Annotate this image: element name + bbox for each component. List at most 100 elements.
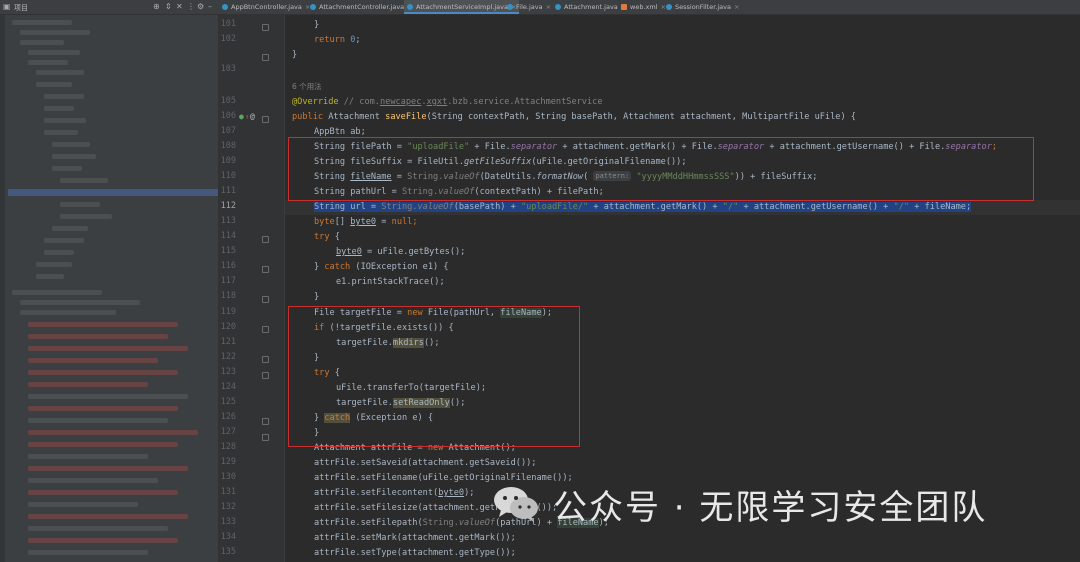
tab-attachmentcontroller[interactable]: AttachmentController.java× <box>310 0 413 14</box>
tree-row[interactable] <box>28 382 148 387</box>
tree-row[interactable] <box>28 538 178 543</box>
fold-marker-icon[interactable] <box>262 356 269 363</box>
tree-row[interactable] <box>28 322 178 327</box>
more-options-icon[interactable]: ⋮ <box>187 2 195 12</box>
code-line[interactable]: try { <box>314 230 340 245</box>
code-line[interactable]: } <box>314 18 319 33</box>
close-tab-icon[interactable]: × <box>546 3 551 11</box>
fold-marker-icon[interactable] <box>262 434 269 441</box>
tree-row[interactable] <box>36 82 72 87</box>
tree-row[interactable] <box>28 502 138 507</box>
tree-row[interactable] <box>44 250 74 255</box>
line-number: 119 <box>220 307 236 317</box>
code-line[interactable]: } <box>314 290 319 305</box>
code-line[interactable]: e1.printStackTrace(); <box>336 275 445 290</box>
tab-appbtncontroller[interactable]: AppBtnController.java × <box>222 0 310 14</box>
tab-attachmentserviceimpl[interactable]: AttachmentServiceImpl.java × <box>404 0 520 14</box>
fold-marker-icon[interactable] <box>262 326 269 333</box>
tree-row[interactable] <box>36 262 72 267</box>
code-line[interactable]: attrFile.setFilecontent(byte0); <box>314 486 474 501</box>
tree-row[interactable] <box>44 118 86 123</box>
tree-row[interactable] <box>20 30 90 35</box>
tree-row[interactable] <box>28 430 198 435</box>
tree-row[interactable] <box>44 130 78 135</box>
tree-row[interactable] <box>28 442 178 447</box>
tree-row[interactable] <box>52 226 88 231</box>
code-line[interactable]: } catch (IOException e1) { <box>314 260 449 275</box>
tree-row-selected[interactable] <box>8 189 218 196</box>
tree-row[interactable] <box>28 370 178 375</box>
tree-row[interactable] <box>28 454 148 459</box>
tree-row[interactable] <box>52 142 90 147</box>
tree-row[interactable] <box>44 94 84 99</box>
override-marker-icon[interactable]: ↑ <box>245 112 249 122</box>
tree-row[interactable] <box>28 50 80 55</box>
collapse-all-icon[interactable]: ✕ <box>176 2 183 12</box>
tree-row[interactable] <box>28 394 188 399</box>
locate-icon[interactable]: ⊕ <box>153 2 160 12</box>
tree-row[interactable] <box>28 526 168 531</box>
tree-row[interactable] <box>60 202 100 207</box>
fold-marker-icon[interactable] <box>262 296 269 303</box>
fold-marker-icon[interactable] <box>262 418 269 425</box>
settings-gear-icon[interactable]: ⚙ <box>197 2 204 12</box>
tree-row[interactable] <box>44 106 74 111</box>
tree-row[interactable] <box>28 406 178 411</box>
tree-row[interactable] <box>52 166 82 171</box>
tree-row[interactable] <box>44 238 84 243</box>
tree-row[interactable] <box>28 358 158 363</box>
tree-row[interactable] <box>60 214 112 219</box>
tree-row[interactable] <box>20 300 140 305</box>
fold-marker-icon[interactable] <box>262 24 269 31</box>
code-line-selected[interactable]: String url = String.valueOf(basePath) + … <box>314 200 972 215</box>
project-panel-title[interactable]: 项目 <box>14 3 28 13</box>
tab-sessionfilter[interactable]: SessionFilter.java × <box>666 0 739 14</box>
hide-panel-icon[interactable]: – <box>208 2 212 12</box>
tree-row[interactable] <box>36 274 64 279</box>
code-line[interactable]: public Attachment saveFile(String contex… <box>292 110 856 125</box>
tree-row[interactable] <box>28 466 188 471</box>
tree-row[interactable] <box>28 514 188 519</box>
fold-marker-icon[interactable] <box>262 54 269 61</box>
code-line[interactable]: } <box>292 48 297 63</box>
java-class-icon <box>222 4 228 10</box>
fold-marker-icon[interactable] <box>262 116 269 123</box>
tree-row[interactable] <box>28 346 188 351</box>
code-line[interactable]: byte[] byte0 = null; <box>314 215 418 230</box>
tree-row[interactable] <box>28 418 168 423</box>
tree-row[interactable] <box>52 154 96 159</box>
usages-inlay-hint[interactable]: 6 个用法 <box>292 81 322 92</box>
tree-row[interactable] <box>28 490 178 495</box>
line-number: 106 <box>220 111 236 121</box>
tree-row[interactable] <box>28 478 158 483</box>
tab-attachment[interactable]: Attachment.java× <box>555 0 626 14</box>
implements-method-icon[interactable]: ● <box>239 112 244 122</box>
java-class-icon <box>507 4 513 10</box>
tree-row[interactable] <box>36 70 84 75</box>
tree-row[interactable] <box>12 20 72 25</box>
tab-web-xml[interactable]: web.xml × <box>621 0 666 14</box>
code-line[interactable]: return 0; <box>314 33 361 48</box>
code-line[interactable]: attrFile.setMark(attachment.getMark()); <box>314 531 516 546</box>
tree-row[interactable] <box>28 60 68 65</box>
tree-row[interactable] <box>28 550 148 555</box>
tree-row[interactable] <box>60 178 108 183</box>
project-toolbar: ▣ 项目 ⊕ ⇕ ✕ ⋮ ⚙ – <box>0 0 218 15</box>
code-line[interactable]: byte0 = uFile.getBytes(); <box>336 245 465 260</box>
close-tab-icon[interactable]: × <box>734 3 739 11</box>
tree-row[interactable] <box>12 290 102 295</box>
fold-marker-icon[interactable] <box>262 236 269 243</box>
code-line[interactable]: attrFile.setSaveid(attachment.getSaveid(… <box>314 456 536 471</box>
expand-all-icon[interactable]: ⇕ <box>165 2 172 12</box>
fold-marker-icon[interactable] <box>262 266 269 273</box>
tree-row[interactable] <box>20 40 64 45</box>
annotation-at-icon[interactable]: @ <box>250 112 255 122</box>
code-line[interactable]: @Override // com.newcapec.xgxt.bzb.servi… <box>292 95 603 110</box>
tab-file[interactable]: File.java × <box>507 0 551 14</box>
tree-row[interactable] <box>20 310 116 315</box>
fold-marker-icon[interactable] <box>262 372 269 379</box>
project-view-icon[interactable]: ▣ <box>3 2 11 12</box>
tree-row[interactable] <box>28 334 168 339</box>
code-line[interactable]: attrFile.setType(attachment.getType()); <box>314 546 516 561</box>
watermark: 公众号 · 无限学习安全团队 <box>493 484 987 528</box>
